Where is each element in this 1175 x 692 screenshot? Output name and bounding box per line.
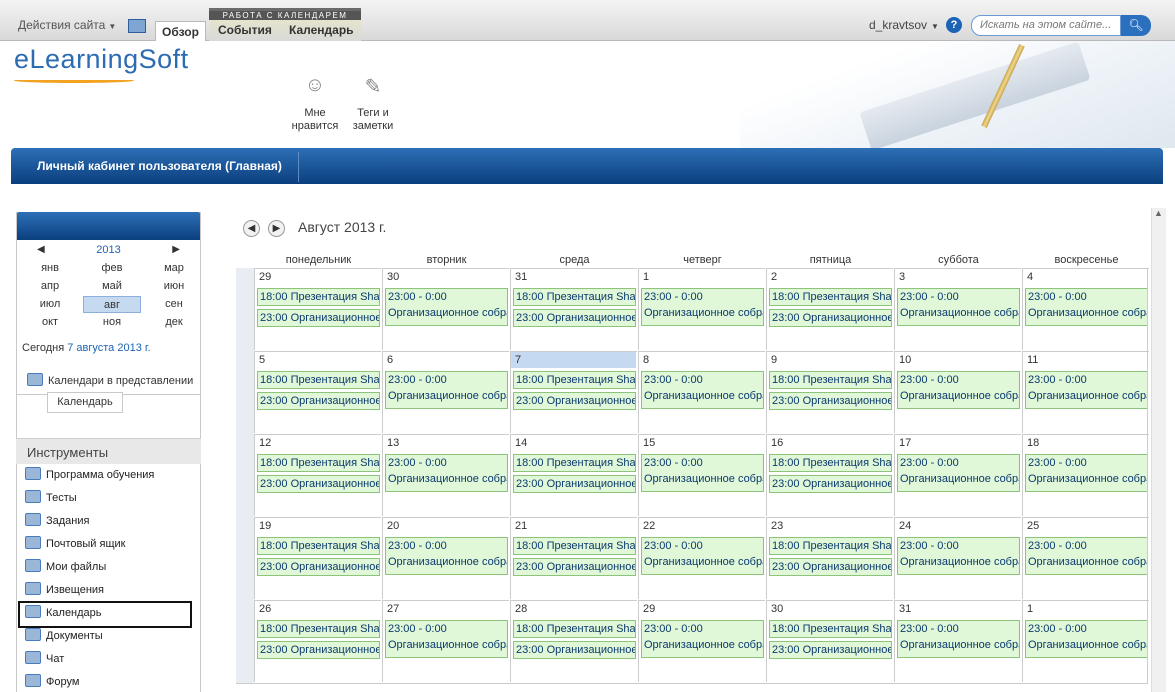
site-actions-label: Действия сайта <box>18 18 106 32</box>
logo-text: eLearningSoft <box>14 44 189 74</box>
mini-month-2[interactable]: мар <box>145 260 203 277</box>
tool-label: Программа обучения <box>46 469 155 481</box>
search-input[interactable]: Искать на этом сайте... <box>971 15 1121 36</box>
tool-label: Мои файлы <box>46 561 107 573</box>
today-text: Сегодня 7 августа 2013 г. <box>22 342 151 354</box>
tool-item-0[interactable]: Программа обучения <box>25 467 154 483</box>
tool-item-2[interactable]: Задания <box>25 513 89 529</box>
selection-highlight <box>18 601 192 628</box>
calendars-in-view-label: Календари в представлении <box>48 375 194 387</box>
tool-icon <box>25 559 41 572</box>
tool-label: Форум <box>46 676 80 688</box>
weekday-header: воскресенье <box>1054 254 1119 266</box>
tool-icon <box>25 674 41 687</box>
prev-month-button[interactable]: ◀ <box>243 220 260 237</box>
mini-calendar: ◀ 2013 ▶ янв фев мар апр май июн июл авг сен окт н… <box>16 240 201 395</box>
tab-events[interactable]: События <box>212 20 278 41</box>
ribbon: Действия сайта ▼ Обзор РАБОТА С КАЛЕНДАРЕ… <box>0 0 1175 42</box>
mini-month-0[interactable]: янв <box>21 260 79 277</box>
mini-month-9[interactable]: окт <box>21 314 79 331</box>
mini-month-4[interactable]: май <box>83 278 141 295</box>
chevron-down-icon: ▼ <box>108 22 117 31</box>
tool-label: Извещения <box>46 584 105 596</box>
weekday-header: вторник <box>426 254 467 266</box>
calendar-icon <box>27 373 43 386</box>
tool-label: Задания <box>46 515 90 527</box>
vertical-scrollbar[interactable] <box>1151 208 1166 692</box>
tool-icon <box>25 536 41 549</box>
like-icon[interactable]: ☺ <box>300 74 330 100</box>
left-panel-header <box>16 212 201 240</box>
header-decoration <box>740 41 1175 148</box>
mini-month-1[interactable]: фев <box>83 260 141 277</box>
tool-icon <box>25 628 41 641</box>
mini-month-11[interactable]: дек <box>145 314 203 331</box>
tab-overview[interactable]: Обзор <box>155 21 206 42</box>
tool-icon <box>25 513 41 526</box>
weekday-header: суббота <box>938 254 979 266</box>
tags-label[interactable]: Теги и заметки <box>343 107 403 133</box>
mini-month-10[interactable]: ноя <box>83 314 141 331</box>
today-prefix: Сегодня <box>22 342 65 354</box>
month-title: Август 2013 г. <box>298 219 387 235</box>
tool-label: Чат <box>46 653 65 665</box>
tool-label: Почтовый ящик <box>46 538 126 550</box>
tags-icon[interactable]: ✎ <box>358 74 388 100</box>
weekday-header: понедельник <box>285 254 352 266</box>
weekday-header: среда <box>559 254 590 266</box>
user-menu[interactable]: d_kravtsov ▼ <box>869 18 939 32</box>
tool-icon <box>25 467 41 480</box>
tool-item-3[interactable]: Почтовый ящик <box>25 536 125 552</box>
mini-month-6[interactable]: июл <box>21 296 79 313</box>
topnav-home[interactable]: Личный кабинет пользователя (Главная) <box>37 159 282 173</box>
site-logo[interactable]: eLearningSoft <box>14 44 189 83</box>
top-navigation: Личный кабинет пользователя (Главная) <box>11 148 1163 184</box>
tool-item-9[interactable]: Форум <box>25 674 79 690</box>
context-group-label: РАБОТА С КАЛЕНДАРЕМ <box>209 11 361 20</box>
tool-item-4[interactable]: Мои файлы <box>25 559 106 575</box>
user-name: d_kravtsov <box>869 18 928 32</box>
mini-month-8[interactable]: сен <box>145 296 203 313</box>
weekday-header: пятница <box>809 254 852 266</box>
tool-item-8[interactable]: Чат <box>25 651 64 667</box>
like-label[interactable]: Мне нравится <box>285 107 345 133</box>
navigate-up-icon[interactable] <box>128 19 146 33</box>
tab-calendar[interactable]: Календарь <box>283 20 360 41</box>
tool-item-5[interactable]: Извещения <box>25 582 104 598</box>
today-link[interactable]: 7 августа 2013 г. <box>67 342 150 354</box>
mini-month-5[interactable]: июн <box>145 278 203 295</box>
search-icon: 🔍︎ <box>1128 18 1144 32</box>
topnav-divider <box>298 152 299 182</box>
tool-label: Тесты <box>46 492 77 504</box>
tool-label: Документы <box>46 630 103 642</box>
tool-icon <box>25 490 41 503</box>
mini-month-7[interactable]: авг <box>83 296 141 313</box>
scroll-up-icon[interactable]: ▲ <box>1151 208 1166 223</box>
help-icon[interactable]: ? <box>946 17 962 33</box>
tool-item-7[interactable]: Документы <box>25 628 103 644</box>
next-month-button[interactable]: ▶ <box>268 220 285 237</box>
site-actions-menu[interactable]: Действия сайта ▼ <box>18 18 116 32</box>
next-year-icon[interactable]: ▶ <box>172 244 180 255</box>
tool-icon <box>25 651 41 664</box>
tool-icon <box>25 582 41 595</box>
weekday-header: четверг <box>683 254 722 266</box>
tools-heading: Инструменты <box>16 438 201 464</box>
tool-item-1[interactable]: Тесты <box>25 490 77 506</box>
search-button[interactable]: 🔍︎ <box>1121 15 1151 36</box>
mini-month-3[interactable]: апр <box>21 278 79 295</box>
chevron-down-icon: ▼ <box>931 22 939 31</box>
grid-border <box>236 268 1148 684</box>
calendar-view-button[interactable]: Календарь <box>47 392 123 413</box>
calendars-in-view[interactable]: Календари в представлении <box>27 373 193 389</box>
